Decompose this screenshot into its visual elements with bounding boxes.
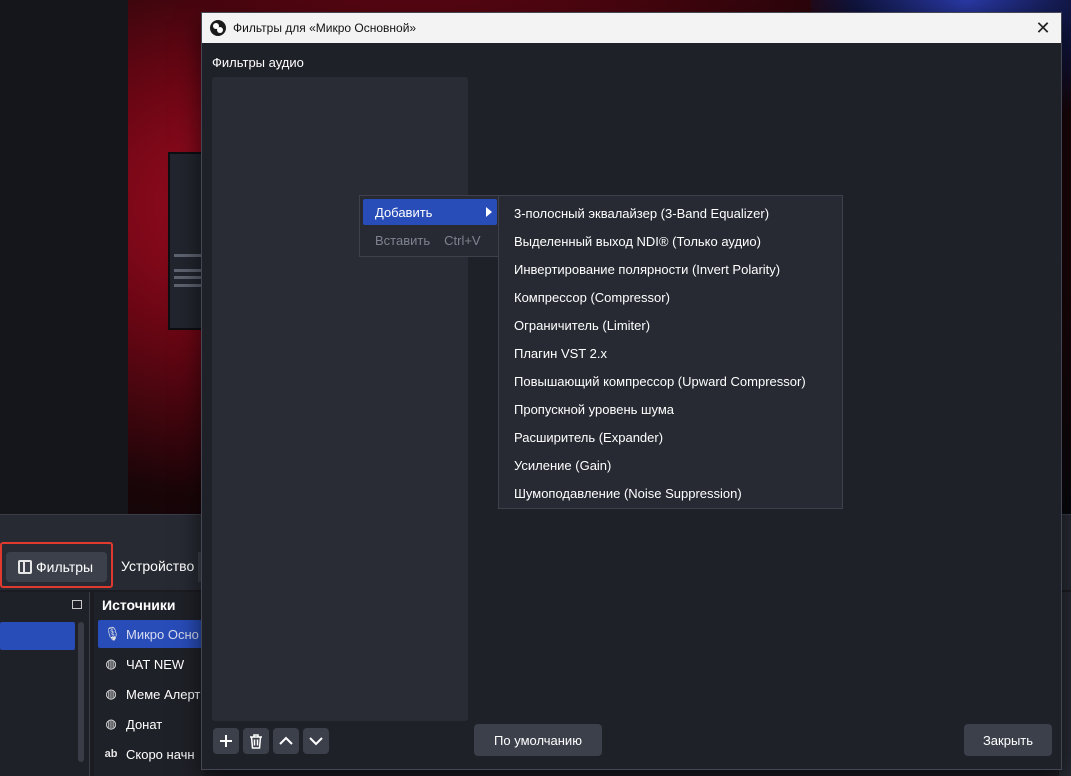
- submenu-arrow-icon: [486, 207, 492, 217]
- submenu-item-invert-polarity[interactable]: Инвертирование полярности (Invert Polari…: [499, 255, 842, 283]
- globe-icon: ◍: [105, 686, 117, 701]
- submenu-item-noise-gate[interactable]: Пропускной уровень шума: [499, 395, 842, 423]
- close-button[interactable]: Закрыть: [964, 724, 1052, 756]
- source-item-label: Меме Алерт: [126, 686, 201, 702]
- plus-icon: [220, 735, 232, 747]
- submenu-item-3band-eq[interactable]: 3-полосный эквалайзер (3-Band Equalizer): [499, 199, 842, 227]
- source-item[interactable]: ◍ ЧАТ NEW: [98, 650, 208, 678]
- move-up-button[interactable]: [273, 728, 299, 754]
- move-down-button[interactable]: [303, 728, 329, 754]
- chevron-up-icon: [279, 736, 293, 745]
- text-icon: ab: [104, 748, 118, 760]
- sources-dock: Источники 🎙 Микро Осно ◍ ЧАТ NEW ◍ Меме …: [94, 592, 208, 776]
- trash-icon: [250, 733, 262, 749]
- submenu-item-noise-suppression[interactable]: Шумоподавление (Noise Suppression): [499, 479, 842, 507]
- filter-icon: [18, 560, 32, 574]
- remove-filter-button[interactable]: [243, 728, 269, 754]
- filters-button[interactable]: Фильтры: [6, 552, 107, 582]
- close-icon[interactable]: ✕: [1031, 16, 1055, 40]
- dialog-title: Фильтры для «Микро Основной»: [233, 21, 417, 35]
- submenu-item-gain[interactable]: Усиление (Gain): [499, 451, 842, 479]
- globe-icon: ◍: [105, 716, 117, 731]
- filters-button-label: Фильтры: [36, 559, 94, 575]
- audio-filter-list[interactable]: [212, 77, 468, 721]
- context-menu: Добавить Вставить Ctrl+V: [359, 195, 500, 257]
- dialog-titlebar: Фильтры для «Микро Основной» ✕: [202, 13, 1061, 43]
- microphone-icon: 🎙: [104, 626, 121, 641]
- menu-item-paste[interactable]: Вставить Ctrl+V: [363, 227, 497, 253]
- source-item-label: Микро Осно: [126, 626, 199, 642]
- menu-item-add-label: Добавить: [375, 204, 433, 220]
- add-filter-button[interactable]: [213, 728, 239, 754]
- sources-header: Источники: [102, 597, 176, 613]
- source-item[interactable]: ab Скоро начн: [98, 740, 208, 768]
- source-item-label: Донат: [126, 716, 163, 732]
- chevron-down-icon: [309, 737, 323, 746]
- submenu-item-vst-plugin[interactable]: Плагин VST 2.x: [499, 339, 842, 367]
- source-item[interactable]: 🎙 Микро Осно: [98, 620, 208, 648]
- submenu-item-upward-compressor[interactable]: Повышающий компрессор (Upward Compressor…: [499, 367, 842, 395]
- source-item[interactable]: ◍ Меме Алерт: [98, 680, 208, 708]
- scene-item-selected[interactable]: [0, 622, 75, 650]
- scenes-dock: [0, 592, 90, 776]
- source-item[interactable]: ◍ Донат: [98, 710, 208, 738]
- source-item-label: Скоро начн: [126, 746, 195, 762]
- submenu-item-ndi-output[interactable]: Выделенный выход NDI® (Только аудио): [499, 227, 842, 255]
- submenu-item-expander[interactable]: Расширитель (Expander): [499, 423, 842, 451]
- menu-item-add[interactable]: Добавить: [363, 199, 497, 225]
- globe-icon: ◍: [105, 656, 117, 671]
- menu-item-paste-label: Вставить: [375, 232, 431, 248]
- paste-shortcut: Ctrl+V: [444, 232, 481, 248]
- obs-logo-icon: [210, 20, 226, 36]
- submenu-item-compressor[interactable]: Компрессор (Compressor): [499, 283, 842, 311]
- device-label: Устройство: [121, 558, 195, 574]
- source-item-label: ЧАТ NEW: [126, 656, 185, 672]
- submenu-item-limiter[interactable]: Ограничитель (Limiter): [499, 311, 842, 339]
- audio-filters-label: Фильтры аудио: [212, 55, 304, 70]
- defaults-button[interactable]: По умолчанию: [474, 724, 602, 756]
- scenes-scrollbar[interactable]: [78, 622, 84, 762]
- popout-icon[interactable]: [72, 600, 82, 609]
- filters-button-highlight: Фильтры: [0, 542, 113, 588]
- add-filter-submenu: 3-полосный эквалайзер (3-Band Equalizer)…: [498, 195, 843, 509]
